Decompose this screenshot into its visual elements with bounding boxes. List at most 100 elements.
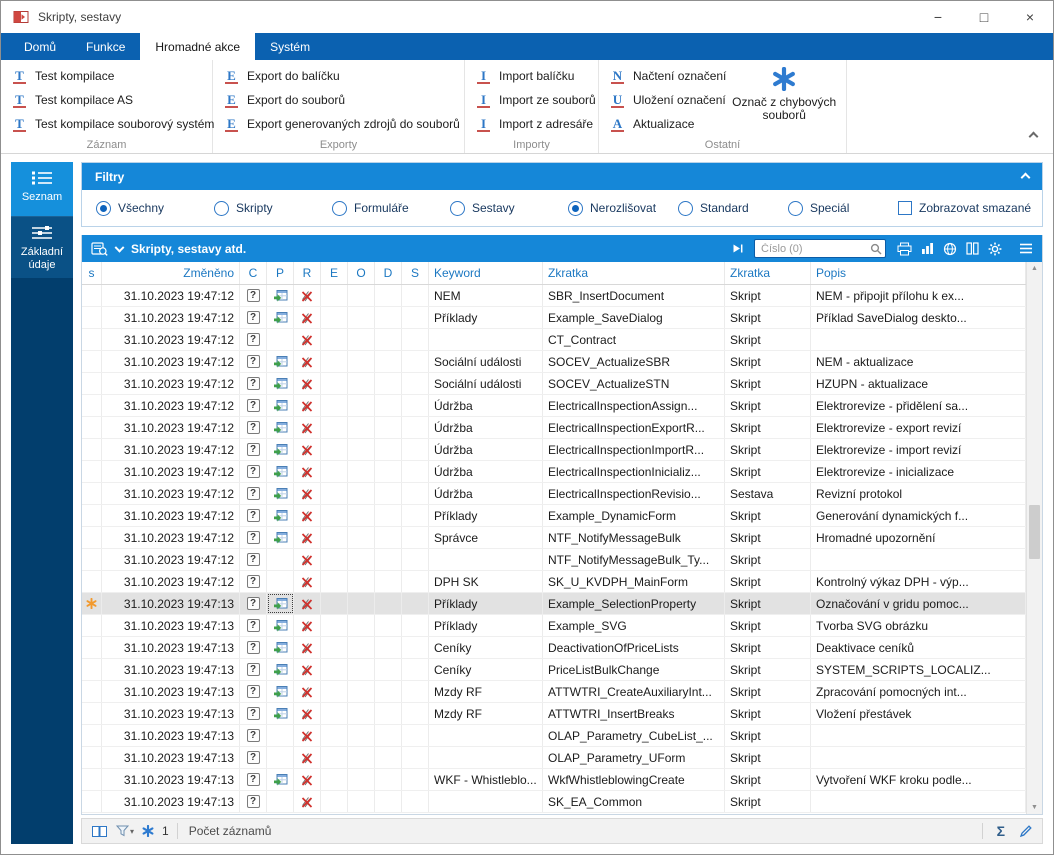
- edit-icon[interactable]: [1019, 824, 1033, 838]
- book-icon[interactable]: [91, 825, 108, 838]
- table-row[interactable]: 31.10.2023 19:47:13?SK_EA_CommonSkript: [82, 791, 1026, 813]
- filter-radio-vsechny[interactable]: Všechny: [96, 201, 214, 216]
- table-row[interactable]: 31.10.2023 19:47:12?ÚdržbaElectricalInsp…: [82, 461, 1026, 483]
- app-icon: [13, 9, 29, 25]
- column-header-zmeneno-1[interactable]: Změněno: [102, 262, 240, 284]
- p-flag-cell: [267, 769, 294, 790]
- ribbon-tab-domu[interactable]: Domů: [9, 33, 71, 60]
- column-header-c-2[interactable]: C: [240, 262, 267, 284]
- column-header-zkratka-10[interactable]: Zkratka: [543, 262, 725, 284]
- column-header-o-6[interactable]: O: [348, 262, 375, 284]
- sidebar-item-seznam[interactable]: Seznam: [11, 162, 73, 216]
- changed-cell: 31.10.2023 19:47:13: [102, 769, 240, 790]
- scroll-up-icon[interactable]: ▲: [1031, 265, 1038, 272]
- ribbon-button-test-kompilace[interactable]: TTest kompilace: [13, 64, 214, 88]
- table-row[interactable]: 31.10.2023 19:47:13?Mzdy RFATTWTRI_Inser…: [82, 703, 1026, 725]
- marked-filter-icon[interactable]: [142, 825, 154, 837]
- column-header-d-7[interactable]: D: [375, 262, 402, 284]
- ribbon-tab-funkce[interactable]: Funkce: [71, 33, 140, 60]
- table-row[interactable]: 31.10.2023 19:47:12?DPH SKSK_U_KVDPH_Mai…: [82, 571, 1026, 593]
- ribbon-tab-hromadne-akce[interactable]: Hromadné akce: [140, 33, 255, 60]
- collapse-filters-icon[interactable]: [1022, 170, 1029, 184]
- close-button[interactable]: ×: [1007, 1, 1053, 33]
- columns-icon[interactable]: [966, 242, 979, 255]
- filter-icon[interactable]: ▾: [116, 825, 134, 837]
- ribbon-button-export-generovanych-zdroju-do-souboru[interactable]: EExport generovaných zdrojů do souborů: [225, 112, 460, 136]
- table-row[interactable]: 31.10.2023 19:47:13?CeníkyPriceListBulkC…: [82, 659, 1026, 681]
- filter-radio-formulare[interactable]: Formuláře: [332, 201, 450, 216]
- table-row[interactable]: 31.10.2023 19:47:12?SprávceNTF_NotifyMes…: [82, 527, 1026, 549]
- strike-icon: [300, 443, 314, 457]
- ribbon-tab-system[interactable]: Systém: [255, 33, 325, 60]
- table-row[interactable]: 31.10.2023 19:47:12?ÚdržbaElectricalInsp…: [82, 439, 1026, 461]
- filter-radio-nerozlisovat[interactable]: Nerozlišovat: [568, 201, 678, 216]
- table-row[interactable]: 31.10.2023 19:47:12?Sociální událostiSOC…: [82, 351, 1026, 373]
- column-header-s-8[interactable]: S: [402, 262, 429, 284]
- maximize-button[interactable]: □: [961, 1, 1007, 33]
- ribbon-button-export-do-souboru[interactable]: EExport do souborů: [225, 88, 460, 112]
- popis-cell: Označování v gridu pomoc...: [811, 593, 1026, 614]
- globe-icon[interactable]: [943, 242, 957, 256]
- ribbon-button-ulozeni-oznaceni[interactable]: UUložení označení: [611, 88, 726, 112]
- filter-radio-standard[interactable]: Standard: [678, 201, 788, 216]
- s-flag-cell: [402, 549, 429, 570]
- table-row[interactable]: 31.10.2023 19:47:12?ÚdržbaElectricalInsp…: [82, 395, 1026, 417]
- table-row[interactable]: 31.10.2023 19:47:12?ÚdržbaElectricalInsp…: [82, 417, 1026, 439]
- minimize-button[interactable]: −: [915, 1, 961, 33]
- chevron-down-icon[interactable]: [116, 241, 123, 259]
- ribbon-button-test-kompilace-as[interactable]: TTest kompilace AS: [13, 88, 214, 112]
- scroll-down-icon[interactable]: ▼: [1031, 804, 1038, 811]
- column-header-keyword-9[interactable]: Keyword: [429, 262, 543, 284]
- ribbon-button-export-do-balicku[interactable]: EExport do balíčku: [225, 64, 460, 88]
- collapse-ribbon-icon[interactable]: [1030, 127, 1037, 145]
- menu-icon[interactable]: [1019, 243, 1033, 254]
- ribbon-button-aktualizace[interactable]: AAktualizace: [611, 112, 726, 136]
- chart-icon[interactable]: [921, 242, 934, 255]
- table-row[interactable]: 31.10.2023 19:47:12?CT_ContractSkript: [82, 329, 1026, 351]
- vertical-scrollbar[interactable]: ▲ ▼: [1026, 262, 1042, 814]
- ribbon-button-import-z-adresare[interactable]: IImport z adresáře: [477, 112, 596, 136]
- ribbon-button-nacteni-oznaceni[interactable]: NNačtení označení: [611, 64, 726, 88]
- table-row[interactable]: 31.10.2023 19:47:12?PříkladyExample_Save…: [82, 307, 1026, 329]
- sum-icon[interactable]: Σ: [997, 823, 1005, 839]
- filter-radio-skripty[interactable]: Skripty: [214, 201, 332, 216]
- filter-radio-sestavy[interactable]: Sestavy: [450, 201, 568, 216]
- table-row[interactable]: 31.10.2023 19:47:13?PříkladyExample_SVGS…: [82, 615, 1026, 637]
- column-header-zkratka-11[interactable]: Zkratka: [725, 262, 811, 284]
- table-row[interactable]: 31.10.2023 19:47:13?Mzdy RFATTWTRI_Creat…: [82, 681, 1026, 703]
- table-row[interactable]: 31.10.2023 19:47:13?PříkladyExample_Sele…: [82, 593, 1026, 615]
- column-header-s-0[interactable]: s: [82, 262, 102, 284]
- type-cell: Skript: [725, 791, 811, 812]
- table-row[interactable]: 31.10.2023 19:47:13?OLAP_Parametry_UForm…: [82, 747, 1026, 769]
- ribbon-button-import-ze-souboru[interactable]: IImport ze souborů: [477, 88, 596, 112]
- sidebar-item-zakladni-udaje[interactable]: Základní údaje: [11, 216, 73, 278]
- table-row[interactable]: 31.10.2023 19:47:12?NTF_NotifyMessageBul…: [82, 549, 1026, 571]
- search-input[interactable]: [754, 239, 886, 258]
- filter-radio-special[interactable]: Speciál: [788, 201, 898, 216]
- table-row[interactable]: 31.10.2023 19:47:12?ÚdržbaElectricalInsp…: [82, 483, 1026, 505]
- column-header-p-3[interactable]: P: [267, 262, 294, 284]
- gear-icon[interactable]: [988, 242, 1002, 256]
- ribbon-group-caption: Exporty: [213, 139, 464, 151]
- ribbon-button-oznac-z-chybovych-souboru[interactable]: Označ z chybových souborů: [730, 64, 838, 136]
- column-header-popis-12[interactable]: Popis: [811, 262, 1026, 284]
- table-row[interactable]: 31.10.2023 19:47:13?WKF - Whistleblo...W…: [82, 769, 1026, 791]
- column-header-e-5[interactable]: E: [321, 262, 348, 284]
- table-row[interactable]: 31.10.2023 19:47:13?OLAP_Parametry_CubeL…: [82, 725, 1026, 747]
- scrollbar-thumb[interactable]: [1029, 505, 1040, 559]
- print-icon[interactable]: [897, 242, 912, 256]
- show-deleted-checkbox[interactable]: Zobrazovat smazané: [898, 201, 1031, 215]
- table-row[interactable]: 31.10.2023 19:47:12?PříkladyExample_Dyna…: [82, 505, 1026, 527]
- o-flag-cell: [348, 307, 375, 328]
- lookup-icon[interactable]: [91, 241, 108, 257]
- keyword-cell: Sociální události: [429, 373, 543, 394]
- table-row[interactable]: 31.10.2023 19:47:13?CeníkyDeactivationOf…: [82, 637, 1026, 659]
- table-row[interactable]: 31.10.2023 19:47:12?Sociální událostiSOC…: [82, 373, 1026, 395]
- table-row[interactable]: 31.10.2023 19:47:12?NEMSBR_InsertDocumen…: [82, 285, 1026, 307]
- column-header-r-4[interactable]: R: [294, 262, 321, 284]
- changed-cell: 31.10.2023 19:47:12: [102, 373, 240, 394]
- play-icon[interactable]: [732, 243, 743, 254]
- ribbon-button-test-kompilace-souborovy-system[interactable]: TTest kompilace souborový systém: [13, 112, 214, 136]
- ribbon-button-import-balicku[interactable]: IImport balíčku: [477, 64, 596, 88]
- search-icon[interactable]: [870, 242, 882, 260]
